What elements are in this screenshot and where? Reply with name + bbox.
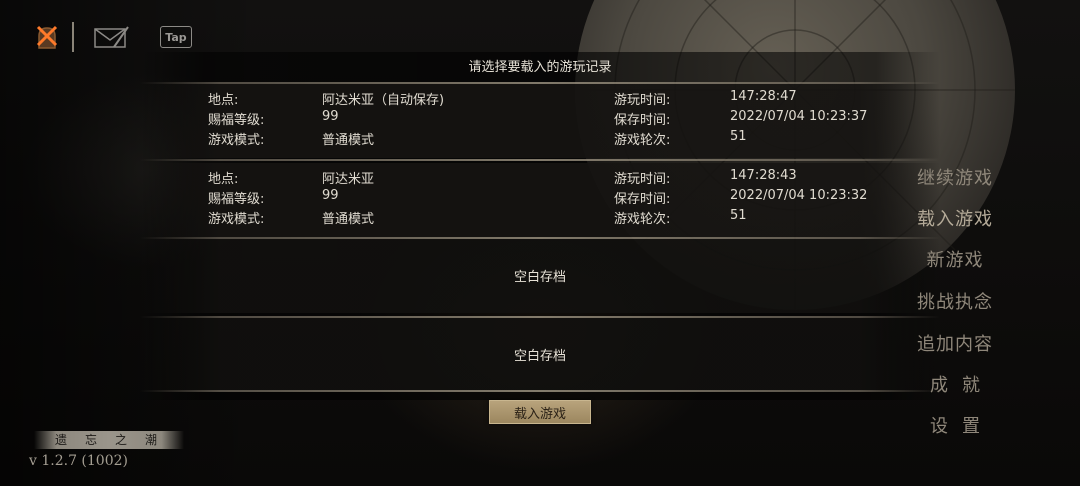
slot-divider [140, 159, 940, 161]
location-label: 地点: [208, 93, 239, 108]
game-mode-value: 普通模式 [322, 212, 375, 227]
game-round-value: 51 [730, 129, 747, 144]
letter-icon[interactable] [92, 18, 130, 56]
version-text: v 1.2.7 (1002) [29, 453, 128, 469]
slot-divider [140, 82, 940, 84]
menu-load-game[interactable]: 载入游戏 [905, 205, 1005, 231]
save-time-value: 2022/07/04 10:23:37 [730, 109, 868, 124]
empty-slot-label: 空白存档 [513, 349, 566, 364]
game-mode-label: 游戏模式: [208, 212, 265, 227]
game-mode-label: 游戏模式: [208, 133, 265, 148]
menu-new-game[interactable]: 新游戏 [905, 246, 1005, 272]
game-round-value: 51 [730, 208, 747, 223]
location-label: 地点: [208, 172, 239, 187]
empty-save-slot-3[interactable]: 空白存档 [140, 237, 940, 313]
save-time-label: 保存时间: [614, 192, 671, 207]
blessing-level-label: 赐福等级: [208, 192, 265, 207]
play-time-value: 147:28:43 [730, 168, 797, 183]
slot-divider [140, 316, 940, 318]
blessing-level-value: 99 [322, 109, 339, 124]
slot-row-1: 地点: 阿达米亚（自动保存) 游玩时间: 147:28:47 [140, 89, 940, 109]
slot-divider [140, 237, 940, 239]
empty-save-slot-4[interactable]: 空白存档 [140, 316, 940, 392]
tap-icon[interactable]: Tap [160, 26, 192, 48]
menu-challenge[interactable]: 挑战执念 [905, 288, 1005, 314]
location-value: 阿达米亚 [322, 172, 375, 187]
slot-row-2: 赐福等级: 99 保存时间: 2022/07/04 10:23:37 [140, 109, 940, 129]
play-time-label: 游玩时间: [614, 93, 671, 108]
game-logo: 遗忘之潮 [34, 431, 184, 449]
save-slot-2[interactable]: 地点: 阿达米亚 游玩时间: 147:28:43 赐福等级: 99 保存时间: … [140, 159, 940, 237]
menu-settings[interactable]: 设置 [905, 412, 1005, 438]
blessing-level-value: 99 [322, 188, 339, 203]
panel-title: 请选择要载入的游玩记录 [468, 60, 612, 75]
top-toolbar: Tap [28, 18, 192, 56]
empty-slot-label: 空白存档 [513, 270, 566, 285]
toolbar-divider [72, 22, 74, 52]
game-round-label: 游戏轮次: [614, 212, 671, 227]
play-time-label: 游玩时间: [614, 172, 671, 187]
blessing-level-label: 赐福等级: [208, 113, 265, 128]
location-value: 阿达米亚（自动保存) [322, 93, 445, 108]
slot-divider [140, 390, 940, 392]
menu-continue-game[interactable]: 继续游戏 [905, 164, 1005, 190]
slot-row-3: 游戏模式: 普通模式 游戏轮次: 51 [140, 208, 940, 228]
slot-row-3: 游戏模式: 普通模式 游戏轮次: 51 [140, 129, 940, 149]
play-time-value: 147:28:47 [730, 89, 797, 104]
game-mode-value: 普通模式 [322, 133, 375, 148]
close-bell-icon[interactable] [28, 18, 66, 56]
slot-row-1: 地点: 阿达米亚 游玩时间: 147:28:43 [140, 168, 940, 188]
slot-row-2: 赐福等级: 99 保存时间: 2022/07/04 10:23:32 [140, 188, 940, 208]
save-time-label: 保存时间: [614, 113, 671, 128]
load-game-button[interactable]: 载入游戏 [489, 400, 591, 424]
menu-achievements[interactable]: 成就 [905, 371, 1005, 397]
save-time-value: 2022/07/04 10:23:32 [730, 188, 868, 203]
game-round-label: 游戏轮次: [614, 133, 671, 148]
menu-dlc[interactable]: 追加内容 [905, 330, 1005, 356]
save-slot-1[interactable]: 地点: 阿达米亚（自动保存) 游玩时间: 147:28:47 赐福等级: 99 … [140, 82, 940, 158]
